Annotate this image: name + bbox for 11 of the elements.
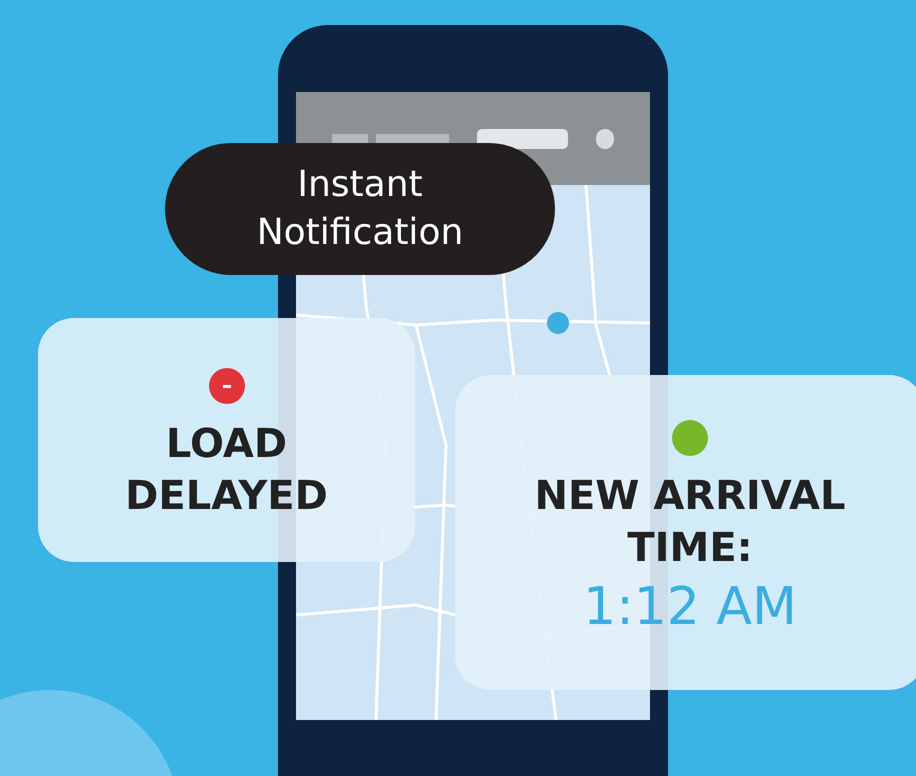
notification-text: Instant	[297, 163, 423, 207]
alert-text: NEW ARRIVAL	[534, 472, 846, 521]
notification-text: Notification	[256, 211, 464, 255]
alert-text: DELAYED	[125, 472, 328, 521]
alert-text: TIME:	[627, 524, 753, 573]
arrival-time: 1:12 AM	[583, 576, 797, 639]
minus-icon	[222, 384, 230, 388]
header-placeholder-bar	[332, 134, 368, 144]
search-field[interactable]	[477, 128, 568, 148]
location-dot	[547, 312, 569, 334]
alert-text: LOAD	[166, 420, 288, 469]
